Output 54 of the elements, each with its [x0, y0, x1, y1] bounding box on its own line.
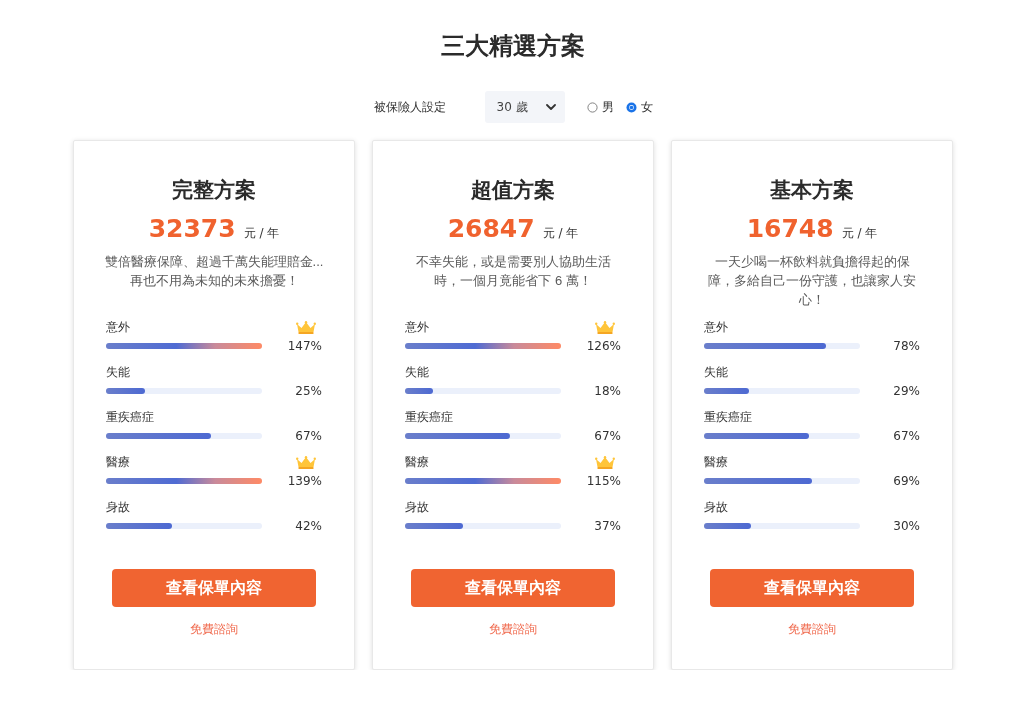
coverage-label: 重疾癌症 [704, 409, 752, 426]
coverage-label: 失能 [704, 364, 728, 381]
coverage-label: 意外 [704, 319, 728, 336]
plan-title: 超值方案 [471, 177, 555, 204]
coverage-percent: 147% [287, 338, 322, 354]
coverage-percent: 126% [586, 338, 621, 354]
coverage-label: 身故 [405, 499, 429, 516]
price-unit: 元 / 年 [841, 225, 878, 242]
price-unit: 元 / 年 [243, 225, 280, 242]
coverage-label: 失能 [405, 364, 429, 381]
coverage-label: 重疾癌症 [106, 409, 154, 426]
age-select[interactable]: 30 歲 [484, 91, 565, 123]
view-policy-button[interactable]: 查看保單內容 [411, 569, 615, 607]
coverage-label: 意外 [106, 319, 130, 336]
gender-radio-option[interactable]: 女 [625, 98, 653, 116]
page-title: 三大精選方案 [440, 31, 586, 61]
settings-label: 被保險人設定 [373, 98, 446, 116]
coverage-percent: 69% [893, 473, 920, 489]
gender-radio-option[interactable]: 男 [586, 98, 614, 116]
coverage-percent: 42% [295, 518, 322, 534]
coverage-label: 身故 [704, 499, 728, 516]
plan-description: 不幸失能，或是需要別人協助生活時，一個月竟能省下 6 萬！ [414, 253, 612, 290]
coverage-label: 身故 [106, 499, 130, 516]
coverage-percent: 115% [586, 473, 621, 489]
coverage-label: 醫療 [704, 454, 728, 471]
coverage-percent: 37% [594, 518, 621, 534]
view-policy-button[interactable]: 查看保單內容 [112, 569, 316, 607]
coverage-percent: 18% [594, 383, 621, 399]
coverage-percent: 139% [287, 473, 322, 489]
free-consult-link[interactable]: 免費諮詢 [788, 620, 836, 638]
plan-title: 完整方案 [172, 177, 256, 204]
coverage-percent: 67% [295, 428, 322, 444]
coverage-label: 醫療 [405, 454, 429, 471]
plan-title: 基本方案 [770, 177, 854, 204]
coverage-percent: 67% [594, 428, 621, 444]
price-unit: 元 / 年 [542, 225, 579, 242]
coverage-percent: 29% [893, 383, 920, 399]
free-consult-link[interactable]: 免費諮詢 [489, 620, 537, 638]
price-amount: 32373 [148, 214, 236, 244]
coverage-percent: 67% [893, 428, 920, 444]
free-consult-link[interactable]: 免費諮詢 [190, 620, 238, 638]
coverage-label: 重疾癌症 [405, 409, 453, 426]
coverage-label: 醫療 [106, 454, 130, 471]
coverage-percent: 25% [295, 383, 322, 399]
price-amount: 26847 [447, 214, 535, 244]
coverage-percent: 30% [893, 518, 920, 534]
plan-description: 一天少喝一杯飲料就負擔得起的保障，多給自己一份守護，也讓家人安心！ [707, 253, 917, 309]
price-amount: 16748 [746, 214, 834, 244]
coverage-percent: 78% [893, 338, 920, 354]
coverage-label: 意外 [405, 319, 429, 336]
coverage-label: 失能 [106, 364, 130, 381]
plan-description: 雙倍醫療保障、超過千萬失能理賠金...再也不用為未知的未來擔憂！ [104, 253, 324, 290]
chevron-down-icon [545, 104, 556, 110]
view-policy-button[interactable]: 查看保單內容 [710, 569, 914, 607]
